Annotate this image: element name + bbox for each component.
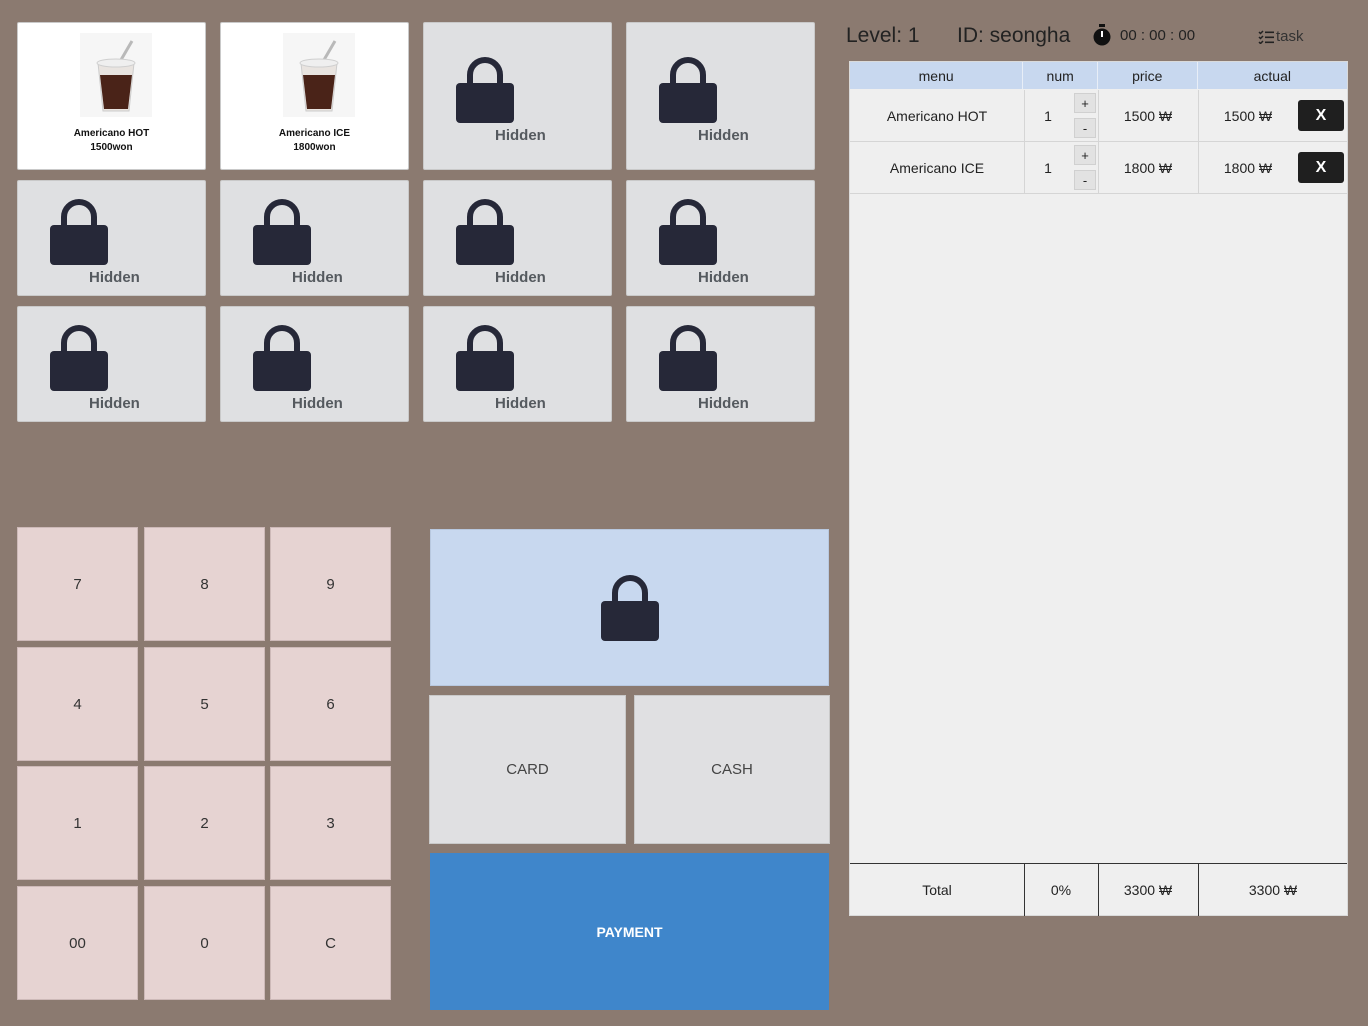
timer-value: 00 : 00 : 00 [1120, 26, 1196, 44]
total-actual: 3300 ₩ [1248, 882, 1298, 898]
lock-icon [601, 575, 659, 641]
lock-icon [50, 325, 108, 391]
iced-coffee-icon [283, 33, 355, 117]
iced-coffee-icon [80, 33, 152, 117]
row-menu: Americano ICE [889, 159, 985, 176]
stopwatch-icon [1093, 24, 1111, 46]
locked-menu-tile: Hidden [17, 306, 206, 422]
key-4[interactable]: 4 [17, 647, 138, 761]
locked-feature-panel [430, 529, 829, 686]
increase-button[interactable]: + [1074, 145, 1096, 165]
key-0[interactable]: 0 [144, 886, 265, 1000]
row-menu: Americano HOT [886, 107, 988, 124]
key-9[interactable]: 9 [270, 527, 391, 641]
decrease-button[interactable]: - [1074, 118, 1096, 138]
key-2[interactable]: 2 [144, 766, 265, 880]
column-num: num [1023, 62, 1098, 89]
locked-menu-tile: Hidden [626, 306, 815, 422]
total-price: 3300 ₩ [1123, 882, 1173, 898]
table-row: Americano ICE 1 + - 1800 ₩ 1800 ₩ X [850, 142, 1347, 194]
total-row: Total 0% 3300 ₩ 3300 ₩ [850, 863, 1347, 916]
locked-menu-tile: Hidden [220, 180, 409, 296]
product-name: Americano ICE [278, 128, 351, 139]
card-button[interactable]: CARD [429, 695, 626, 844]
lock-icon [659, 57, 717, 123]
product-price: 1500won [90, 142, 133, 153]
key-5[interactable]: 5 [144, 647, 265, 761]
checklist-icon [1258, 29, 1274, 44]
increase-button[interactable]: + [1074, 93, 1096, 113]
locked-menu-tile: Hidden [220, 306, 409, 422]
locked-menu-tile: Hidden [423, 22, 612, 170]
key-3[interactable]: 3 [270, 766, 391, 880]
product-price: 1800won [293, 142, 336, 153]
hidden-label: Hidden [292, 269, 343, 286]
cash-button[interactable]: CASH [634, 695, 830, 844]
hidden-label: Hidden [698, 395, 749, 412]
decrease-button[interactable]: - [1074, 170, 1096, 190]
key-clear[interactable]: C [270, 886, 391, 1000]
lock-icon [50, 199, 108, 265]
key-6[interactable]: 6 [270, 647, 391, 761]
locked-menu-tile: Hidden [626, 22, 815, 170]
level-label: Level: 1 [846, 24, 920, 47]
hidden-label: Hidden [292, 395, 343, 412]
hidden-label: Hidden [495, 269, 546, 286]
hidden-label: Hidden [89, 269, 140, 286]
lock-icon [659, 199, 717, 265]
total-label: Total [922, 882, 952, 898]
row-actual: 1800 ₩ [1223, 159, 1273, 176]
lock-icon [456, 57, 514, 123]
locked-menu-tile: Hidden [17, 180, 206, 296]
hidden-label: Hidden [89, 395, 140, 412]
order-table: menu num price actual Americano HOT 1 + … [849, 61, 1348, 916]
product-americano-hot[interactable]: Americano HOT 1500won [17, 22, 206, 170]
row-price: 1800 ₩ [1123, 159, 1173, 176]
hidden-label: Hidden [495, 127, 546, 144]
row-actual: 1500 ₩ [1223, 107, 1273, 124]
locked-menu-tile: Hidden [423, 306, 612, 422]
table-header: menu num price actual [850, 62, 1347, 89]
user-id-label: ID: seongha [957, 24, 1071, 47]
key-7[interactable]: 7 [17, 527, 138, 641]
column-price: price [1098, 62, 1198, 89]
locked-menu-tile: Hidden [626, 180, 815, 296]
lock-icon [456, 325, 514, 391]
key-1[interactable]: 1 [17, 766, 138, 880]
task-button[interactable]: task [1258, 28, 1304, 45]
product-americano-ice[interactable]: Americano ICE 1800won [220, 22, 409, 170]
payment-button[interactable]: PAYMENT [430, 853, 829, 1010]
hidden-label: Hidden [698, 269, 749, 286]
remove-item-button[interactable]: X [1298, 152, 1344, 183]
lock-icon [253, 199, 311, 265]
remove-item-button[interactable]: X [1298, 100, 1344, 131]
task-label: task [1276, 28, 1304, 45]
locked-menu-tile: Hidden [423, 180, 612, 296]
key-00[interactable]: 00 [17, 886, 138, 1000]
product-name: Americano HOT [73, 128, 150, 139]
hidden-label: Hidden [698, 127, 749, 144]
row-num: 1 [1044, 107, 1052, 124]
column-menu: menu [850, 62, 1024, 89]
table-row: Americano HOT 1 + - 1500 ₩ 1500 ₩ X [850, 90, 1347, 142]
column-actual: actual [1253, 67, 1291, 84]
key-8[interactable]: 8 [144, 527, 265, 641]
total-discount: 0% [1050, 882, 1072, 898]
row-price: 1500 ₩ [1123, 107, 1173, 124]
hidden-label: Hidden [495, 395, 546, 412]
timer: 00 : 00 : 00 [1092, 24, 1195, 46]
row-num: 1 [1044, 159, 1052, 176]
lock-icon [456, 199, 514, 265]
lock-icon [659, 325, 717, 391]
lock-icon [253, 325, 311, 391]
